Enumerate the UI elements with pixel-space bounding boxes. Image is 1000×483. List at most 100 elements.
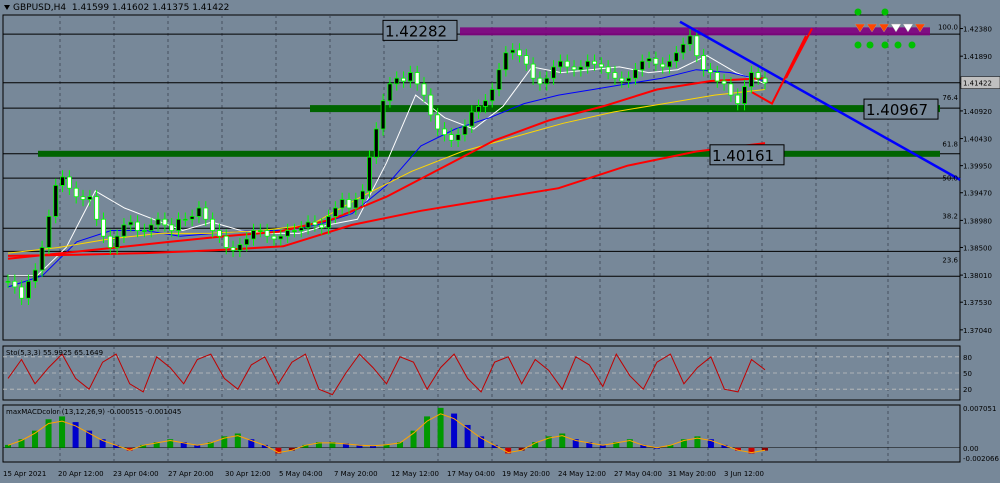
candle-body — [353, 199, 359, 209]
candle-body — [537, 77, 543, 85]
moving-average-line — [7, 142, 766, 257]
candle-body — [367, 156, 372, 192]
price-tick-label: 1.38980 — [963, 217, 992, 225]
candle-body — [714, 72, 720, 82]
candle-body — [721, 80, 727, 85]
projection-line — [751, 35, 807, 105]
candle-body — [26, 280, 31, 299]
price-tick-label: 1.42380 — [963, 26, 992, 34]
candle-body — [598, 63, 604, 68]
candle-body — [571, 66, 577, 71]
level-label: 1.42282 — [385, 22, 447, 40]
ohlc-high: 1.41602 — [112, 3, 150, 13]
candle-body — [155, 218, 161, 226]
macd-bar — [5, 444, 11, 448]
candle-body — [244, 238, 250, 246]
price-tick-label: 1.37530 — [963, 299, 992, 307]
candle-body — [401, 77, 406, 82]
time-axis-label: 23 Apr 04:00 — [113, 470, 159, 478]
candle-body — [687, 35, 693, 45]
candle-body — [251, 230, 256, 240]
candle-body — [667, 60, 672, 68]
candle-body — [517, 49, 522, 57]
candle-body — [257, 230, 263, 232]
candle-body — [435, 114, 441, 130]
candle-body — [407, 72, 413, 82]
price-tick-label: 1.39950 — [963, 163, 992, 171]
ohlc-open: 1.41599 — [71, 3, 110, 13]
candle-body — [680, 43, 686, 54]
time-axis-label: 3 Jun 12:00 — [724, 470, 764, 478]
candle-body — [619, 77, 625, 82]
macd-tick-label: 0.00 — [963, 445, 979, 453]
time-axis-label: 17 May 04:00 — [447, 470, 495, 478]
candle-body — [728, 83, 734, 96]
signal-dot — [866, 41, 874, 49]
stochastic-level-label: 20 — [963, 386, 972, 394]
candle-body — [121, 224, 127, 237]
candle-body — [762, 77, 768, 84]
fib-label: 76.4 — [942, 94, 958, 102]
candle-body — [735, 94, 741, 104]
signal-dot — [894, 41, 902, 49]
candle-body — [298, 227, 304, 231]
signal-dot — [854, 41, 862, 49]
stochastic-line — [7, 353, 766, 396]
main-panel-frame — [2, 14, 961, 341]
candle-body — [19, 286, 25, 299]
candle-body — [87, 196, 93, 200]
candle-body — [332, 207, 338, 217]
macd-tick-label: -0.002066 — [963, 455, 999, 463]
candle-body — [94, 196, 100, 220]
price-tick-label: 1.40920 — [963, 108, 992, 116]
candle-body — [578, 66, 584, 71]
time-axis-label: 19 May 20:00 — [502, 470, 550, 478]
candle-body — [339, 199, 345, 209]
ohlc-low: 1.41375 — [152, 3, 190, 13]
projection-line — [785, 28, 813, 79]
time-axis-label: 15 Apr 2021 — [3, 470, 46, 478]
time-axis-label: 24 May 12:00 — [558, 470, 606, 478]
candle-body — [141, 230, 147, 232]
candle-body — [305, 221, 311, 229]
candle-body — [12, 280, 18, 288]
price-chart: 1.42282 1.40967 1.40161 100.0 76.4 61.8 50.0 38… — [2, 8, 1000, 478]
candle-body — [482, 100, 488, 107]
candle-body — [217, 230, 222, 237]
candle-body — [60, 176, 65, 186]
signal-dot — [881, 41, 889, 49]
candle-body — [169, 224, 175, 231]
candle-body — [278, 235, 284, 240]
stochastic-level-label: 50 — [963, 370, 972, 378]
candle-body — [748, 72, 754, 88]
candle-body — [189, 216, 195, 220]
time-axis-label: 31 May 20:00 — [668, 470, 716, 478]
time-axis-label: 20 Apr 12:00 — [58, 470, 104, 478]
symbol-label: GBPUSD,H4 — [13, 3, 67, 13]
price-tick-label: 1.40430 — [963, 136, 992, 144]
fib-label: 100.0 — [938, 23, 958, 31]
candle-body — [128, 221, 134, 226]
candle-body — [476, 106, 481, 113]
time-axis-label: 12 May 12:00 — [391, 470, 439, 478]
chevron-down-icon[interactable] — [4, 5, 10, 10]
candle-body — [612, 72, 618, 79]
candle-body — [489, 89, 495, 102]
candle-body — [469, 111, 475, 127]
candle-body — [551, 66, 556, 79]
candle-body — [701, 55, 707, 71]
candle-body — [380, 100, 386, 130]
candle-body — [510, 49, 516, 54]
candle-body — [455, 134, 461, 141]
candle-body — [271, 235, 277, 240]
candle-body — [237, 244, 243, 251]
candle-body — [530, 63, 536, 79]
stochastic-level-label: 80 — [963, 354, 972, 362]
candle-body — [496, 69, 502, 90]
candle-body — [564, 60, 570, 68]
candle-body — [421, 83, 427, 96]
candle-body — [742, 86, 747, 104]
candle-body — [394, 77, 400, 85]
candle-body — [196, 207, 202, 217]
candle-body — [673, 52, 679, 62]
